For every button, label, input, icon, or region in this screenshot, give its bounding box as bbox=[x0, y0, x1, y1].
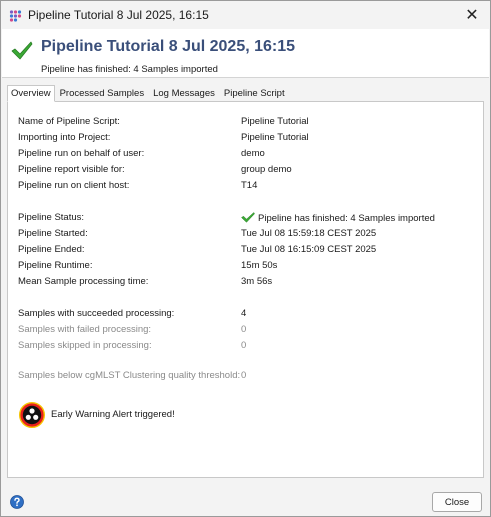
tab-processed-samples[interactable]: Processed Samples bbox=[56, 85, 148, 101]
row-label: Importing into Project: bbox=[18, 132, 111, 143]
row-label: Samples skipped in processing: bbox=[18, 340, 152, 351]
row-label: Name of Pipeline Script: bbox=[18, 116, 120, 127]
row-label: Pipeline run on client host: bbox=[18, 180, 130, 191]
green-checkmark-icon bbox=[241, 212, 255, 223]
overview-panel: Name of Pipeline Script: Pipeline Tutori… bbox=[7, 101, 484, 478]
row-value: Pipeline has finished: 4 Samples importe… bbox=[241, 212, 435, 224]
status-text: Pipeline has finished: 4 Samples importe… bbox=[258, 213, 435, 224]
help-question-icon[interactable] bbox=[10, 495, 24, 509]
row-value: Pipeline Tutorial bbox=[241, 132, 309, 143]
row-value: 0 bbox=[241, 370, 247, 381]
row-label: Pipeline Started: bbox=[18, 228, 88, 239]
row-label: Pipeline Status: bbox=[18, 212, 85, 223]
close-button[interactable]: Close bbox=[432, 492, 482, 512]
row-value: Tue Jul 08 16:15:09 CEST 2025 bbox=[241, 244, 377, 255]
title-bar: Pipeline Tutorial 8 Jul 2025, 16:15 ✕ bbox=[1, 1, 490, 29]
row-label: Pipeline Runtime: bbox=[18, 260, 93, 271]
row-value: 4 bbox=[241, 308, 247, 319]
row-value: 0 bbox=[241, 324, 247, 335]
tab-overview[interactable]: Overview bbox=[7, 85, 55, 102]
row-value: 0 bbox=[241, 340, 247, 351]
tab-pipeline-script[interactable]: Pipeline Script bbox=[220, 85, 289, 101]
row-label: Samples with succeeded processing: bbox=[18, 308, 175, 319]
status-subtitle: Pipeline has finished: 4 Samples importe… bbox=[41, 64, 218, 75]
early-warning-alert-text: Early Warning Alert triggered! bbox=[51, 409, 175, 420]
row-label: Pipeline run on behalf of user: bbox=[18, 148, 145, 159]
window-close-button[interactable]: ✕ bbox=[454, 1, 490, 29]
row-value: 3m 56s bbox=[241, 276, 273, 287]
row-label: Mean Sample processing time: bbox=[18, 276, 149, 287]
close-icon: ✕ bbox=[465, 7, 479, 24]
page-title: Pipeline Tutorial 8 Jul 2025, 16:15 bbox=[41, 38, 296, 55]
pipeline-dots-icon bbox=[9, 10, 22, 22]
row-value: Pipeline Tutorial bbox=[241, 116, 309, 127]
tab-bar: Overview Processed Samples Log Messages … bbox=[7, 85, 290, 102]
row-label: Pipeline report visible for: bbox=[18, 164, 125, 175]
row-label: Pipeline Ended: bbox=[18, 244, 85, 255]
report-header: Pipeline Tutorial 8 Jul 2025, 16:15 Pipe… bbox=[2, 29, 489, 78]
window-title: Pipeline Tutorial 8 Jul 2025, 16:15 bbox=[28, 8, 209, 22]
row-value: group demo bbox=[241, 164, 292, 175]
row-value: Tue Jul 08 15:59:18 CEST 2025 bbox=[241, 228, 377, 239]
pipeline-report-window: Pipeline Tutorial 8 Jul 2025, 16:15 ✕ Pi… bbox=[0, 0, 491, 517]
row-label: Samples with failed processing: bbox=[18, 324, 152, 335]
row-value: 15m 50s bbox=[241, 260, 278, 271]
row-value: demo bbox=[241, 148, 265, 159]
green-checkmark-icon bbox=[11, 41, 33, 60]
tab-log-messages[interactable]: Log Messages bbox=[149, 85, 219, 101]
row-value: T14 bbox=[241, 180, 258, 191]
row-label: Samples below cgMLST Clustering quality … bbox=[18, 370, 241, 381]
biohazard-alert-icon bbox=[19, 402, 45, 428]
